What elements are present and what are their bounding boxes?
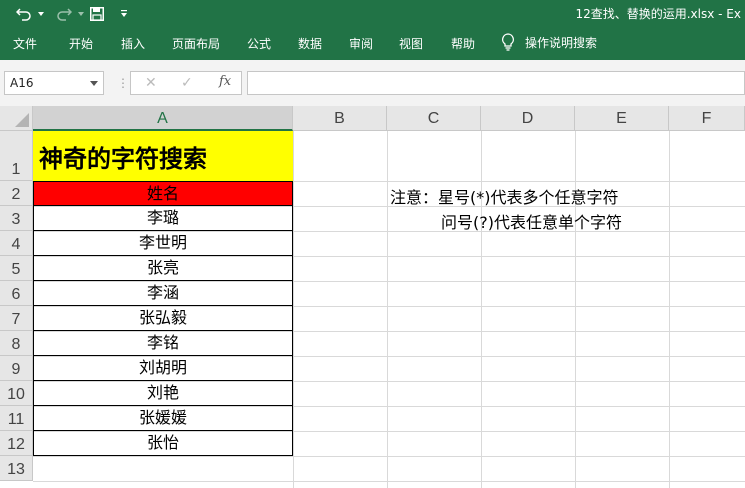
tab-review[interactable]: 审阅	[349, 35, 373, 52]
gridline	[33, 456, 745, 457]
name-box-value: A16	[10, 76, 34, 90]
row-header-11[interactable]: 11	[0, 406, 33, 431]
formula-input[interactable]	[247, 71, 745, 95]
name-cell[interactable]: 刘艳	[33, 381, 293, 406]
row-header-5[interactable]: 5	[0, 256, 33, 281]
column-header-e[interactable]: E	[575, 106, 669, 131]
tell-me-search[interactable]: 操作说明搜索	[501, 33, 597, 51]
column-header-d[interactable]: D	[481, 106, 575, 131]
formula-buttons: ✕ ✓ fx	[130, 71, 242, 95]
row-header-1[interactable]: 1	[0, 131, 33, 181]
name-cell[interactable]: 李铭	[33, 331, 293, 356]
name-cell[interactable]: 刘胡明	[33, 356, 293, 381]
insert-function-icon[interactable]: fx	[219, 74, 231, 89]
cell-c3-note[interactable]: 问号(?)代表任意单个字符	[441, 209, 622, 233]
column-header-a[interactable]: A	[33, 106, 293, 131]
column-header-b[interactable]: B	[293, 106, 387, 131]
gridline	[387, 131, 388, 488]
column-header-c[interactable]: C	[387, 106, 481, 131]
row-header-3[interactable]: 3	[0, 206, 33, 231]
chevron-down-icon[interactable]	[90, 81, 98, 86]
row-header-2[interactable]: 2	[0, 181, 33, 206]
worksheet-grid: A B C D E F 1 2 3 4 5 6 7 8 9 10 11 12 1…	[0, 106, 745, 488]
redo-icon[interactable]	[52, 0, 76, 27]
cell-c2-note[interactable]: 注意：星号(*)代表多个任意字符	[390, 184, 619, 208]
tab-file[interactable]: 文件	[13, 35, 37, 52]
name-cell[interactable]: 张弘毅	[33, 306, 293, 331]
formula-bar-area: A16 ⋮ ✕ ✓ fx	[0, 60, 745, 106]
row-header-8[interactable]: 8	[0, 331, 33, 356]
gridline	[669, 131, 670, 488]
drag-handle-icon[interactable]: ⋮	[117, 76, 129, 90]
undo-icon[interactable]	[12, 0, 36, 27]
customize-toolbar-icon[interactable]	[116, 0, 132, 27]
ribbon-tabs: 文件 开始 插入 页面布局 公式 数据 审阅 视图 帮助 操作说明搜索	[0, 27, 745, 60]
name-cell[interactable]: 李世明	[33, 231, 293, 256]
cancel-icon[interactable]: ✕	[145, 75, 157, 91]
row-header-9[interactable]: 9	[0, 356, 33, 381]
row-header-7[interactable]: 7	[0, 306, 33, 331]
save-icon[interactable]	[86, 0, 108, 27]
cell-a2-name-header[interactable]: 姓名	[33, 181, 293, 206]
row-header-10[interactable]: 10	[0, 381, 33, 406]
row-header-12[interactable]: 12	[0, 431, 33, 456]
row-header-6[interactable]: 6	[0, 281, 33, 306]
tab-insert[interactable]: 插入	[121, 35, 145, 52]
redo-dropdown-icon[interactable]	[76, 0, 86, 27]
name-cell[interactable]: 张怡	[33, 431, 293, 456]
title-bar: 12查找、替换的运用.xlsx - Ex	[0, 0, 745, 27]
row-header-13[interactable]: 13	[0, 456, 33, 481]
select-all-corner[interactable]	[0, 106, 33, 131]
name-box[interactable]: A16	[4, 71, 104, 95]
window-title: 12查找、替换的运用.xlsx - Ex	[575, 7, 741, 21]
tell-me-label: 操作说明搜索	[525, 35, 598, 50]
name-cell[interactable]: 李涵	[33, 281, 293, 306]
gridline	[33, 481, 745, 482]
tab-view[interactable]: 视图	[399, 35, 423, 52]
cell-a1-title[interactable]: 神奇的字符搜索	[33, 131, 293, 181]
tab-data[interactable]: 数据	[298, 35, 322, 52]
undo-dropdown-icon[interactable]	[36, 0, 46, 27]
enter-check-icon[interactable]: ✓	[181, 75, 193, 91]
lightbulb-icon	[502, 33, 514, 51]
column-header-f[interactable]: F	[669, 106, 745, 131]
tab-home[interactable]: 开始	[69, 35, 93, 52]
name-cell[interactable]: 李璐	[33, 206, 293, 231]
tab-formulas[interactable]: 公式	[247, 35, 271, 52]
tab-page-layout[interactable]: 页面布局	[172, 35, 220, 52]
name-cell[interactable]: 张媛媛	[33, 406, 293, 431]
name-cell[interactable]: 张亮	[33, 256, 293, 281]
row-header-4[interactable]: 4	[0, 231, 33, 256]
gridline	[293, 131, 294, 488]
tab-help[interactable]: 帮助	[451, 35, 475, 52]
